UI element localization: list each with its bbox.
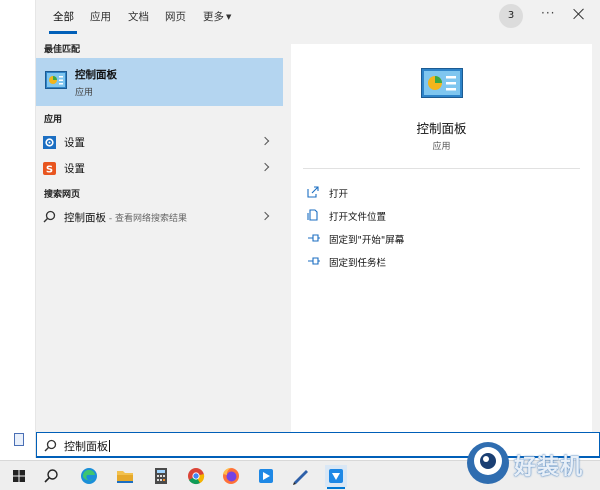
windows-start-icon[interactable]: [8, 465, 30, 487]
svg-text:S: S: [46, 165, 53, 176]
sogou-s-icon: S: [43, 162, 56, 175]
desktop-strip: [0, 0, 36, 458]
pin-icon: [308, 234, 320, 242]
best-match-title: 控制面板: [75, 69, 117, 81]
search-input-value: 控制面板: [64, 440, 108, 453]
section-best-match: 最佳匹配: [44, 45, 81, 55]
search-icon: [43, 210, 56, 223]
divider: [303, 168, 580, 169]
tab-web[interactable]: 网页: [165, 9, 186, 24]
web-search-hint: - 查看网络搜索结果: [106, 214, 187, 224]
pin-icon: [308, 257, 320, 265]
action-pin-taskbar[interactable]: 固定到任务栏: [307, 253, 507, 271]
close-icon[interactable]: [572, 7, 586, 21]
active-tab-indicator: [49, 31, 77, 34]
search-icon[interactable]: [40, 465, 62, 487]
file-explorer-icon[interactable]: [114, 465, 136, 487]
app-blue-icon[interactable]: [255, 465, 277, 487]
active-app-button[interactable]: [325, 465, 347, 489]
chevron-right-icon[interactable]: [260, 136, 270, 146]
app-result-label: 设置: [64, 163, 85, 175]
watermark: 好装机: [462, 437, 600, 490]
firefox-icon[interactable]: [220, 465, 242, 487]
active-indicator: [327, 487, 345, 489]
tab-documents[interactable]: 文档: [128, 9, 149, 24]
text-caret: [109, 440, 110, 452]
tab-apps[interactable]: 应用: [90, 9, 111, 24]
desktop-file-icon[interactable]: [14, 433, 24, 446]
action-pin-taskbar-label: 固定到任务栏: [329, 258, 387, 269]
pen-tool-icon[interactable]: [290, 465, 312, 487]
action-pin-start-label: 固定到"开始"屏幕: [329, 235, 405, 246]
web-search-result[interactable]: 控制面板 - 查看网络搜索结果: [36, 204, 283, 230]
control-panel-icon: [421, 68, 463, 98]
watermark-logo-icon: [467, 442, 509, 484]
chevron-down-icon: ▼: [226, 13, 232, 21]
web-search-query: 控制面板: [64, 212, 106, 224]
best-match-item[interactable]: 控制面板 应用: [36, 58, 283, 106]
web-search-label: 控制面板 - 查看网络搜索结果: [64, 210, 187, 225]
control-panel-icon: [45, 71, 67, 89]
tab-more[interactable]: 更多 ▼: [203, 9, 231, 24]
rewards-badge[interactable]: 3: [499, 4, 523, 28]
watermark-text: 好装机: [514, 455, 584, 480]
action-open-file-location[interactable]: 打开文件位置: [307, 207, 507, 225]
search-icon: [44, 439, 57, 452]
section-web-search: 搜索网页: [44, 190, 81, 200]
tab-more-label: 更多: [203, 11, 224, 23]
section-apps: 应用: [44, 115, 63, 125]
start-search-panel: 全部 应用 文档 网页 更多 ▼ 3 ··· 最佳匹配 控制面板 应用 应用 设置: [36, 0, 600, 458]
detail-subtitle: 应用: [432, 142, 451, 152]
app-result-settings[interactable]: 设置: [36, 129, 283, 155]
tab-all[interactable]: 全部: [53, 9, 74, 24]
calculator-icon[interactable]: [150, 465, 172, 487]
filter-tabs: 全部 应用 文档 网页 更多 ▼ 3 ···: [36, 0, 600, 36]
action-open-label: 打开: [329, 189, 349, 200]
chevron-right-icon[interactable]: [260, 211, 270, 221]
action-open[interactable]: 打开: [307, 184, 507, 202]
detail-title: 控制面板: [416, 121, 467, 136]
detail-pane: 控制面板 应用 打开 打开文件位置 固定到"开始"屏幕 固定到任务栏: [291, 44, 592, 458]
settings-gear-icon: [43, 136, 56, 149]
best-match-subtitle: 应用: [75, 88, 94, 98]
ellipsis-icon[interactable]: ···: [541, 6, 555, 20]
chevron-right-icon[interactable]: [260, 162, 270, 172]
action-pin-start[interactable]: 固定到"开始"屏幕: [307, 230, 507, 248]
edge-icon[interactable]: [78, 465, 100, 487]
file-location-icon: [307, 209, 318, 221]
app-result-label: 设置: [64, 137, 85, 149]
search-input[interactable]: 控制面板: [64, 438, 110, 454]
active-app-icon: [329, 469, 343, 483]
action-file-location-label: 打开文件位置: [329, 212, 387, 223]
open-icon: [307, 186, 319, 198]
app-result-settings-2[interactable]: S 设置: [36, 155, 283, 181]
chrome-icon[interactable]: [185, 465, 207, 487]
